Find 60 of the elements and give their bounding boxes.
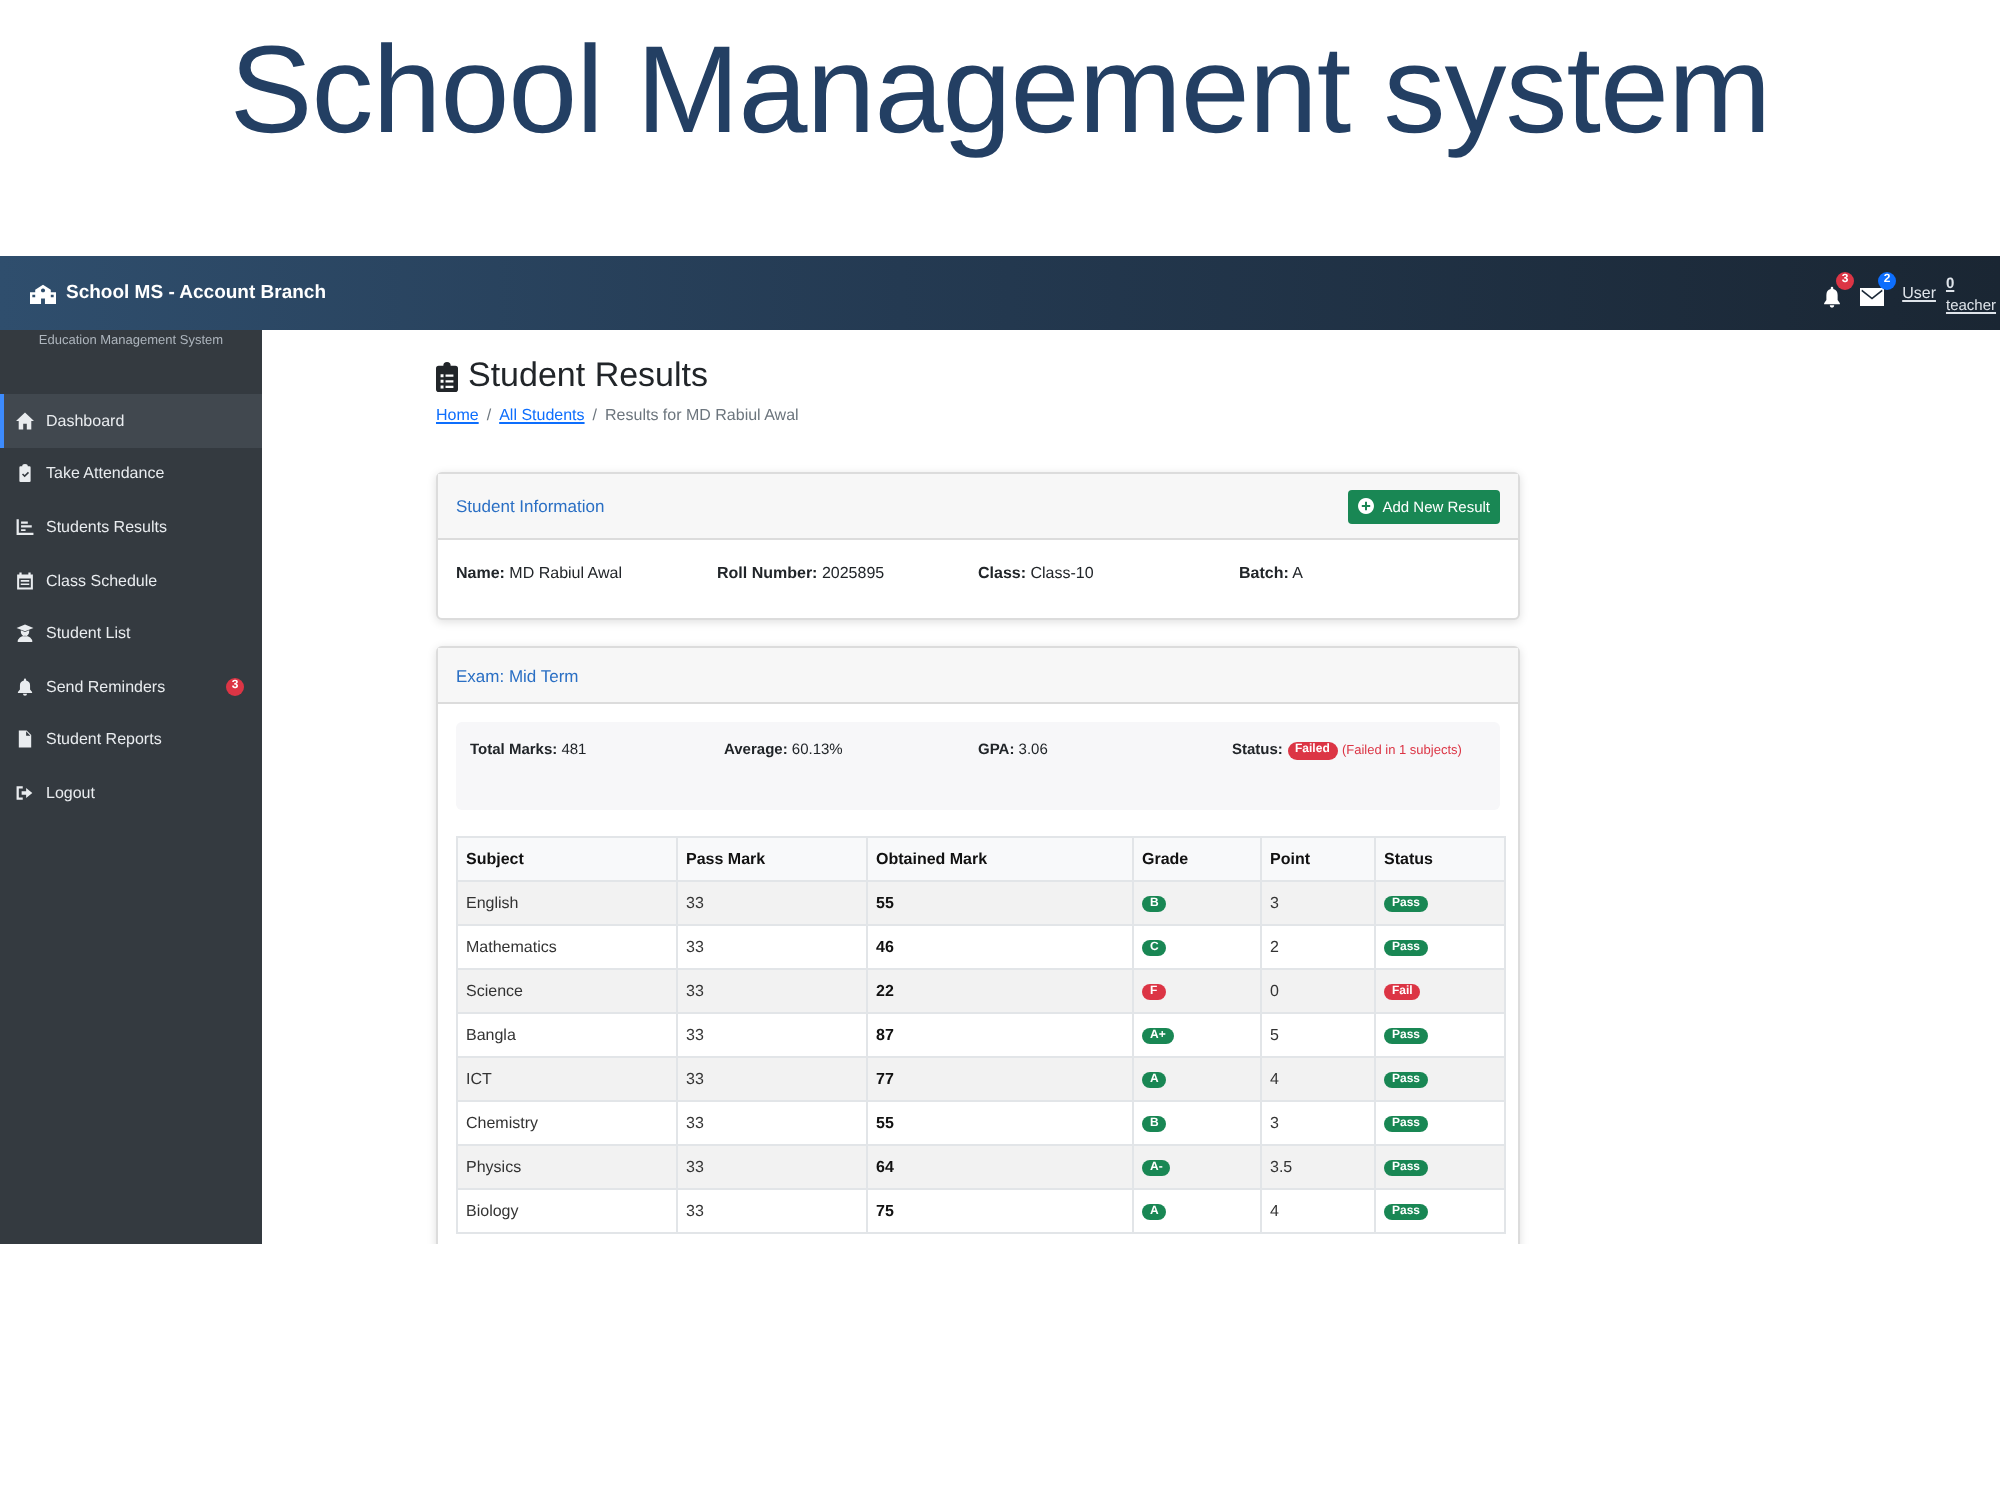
- table-cell: 3: [1261, 881, 1375, 925]
- table-cell: Physics: [457, 1145, 677, 1189]
- clipboard-check-icon: [16, 464, 34, 483]
- bell-icon[interactable]: [1822, 285, 1843, 307]
- table-cell: 33: [677, 1145, 867, 1189]
- document-icon: [16, 730, 34, 749]
- table-cell: 75: [867, 1189, 1133, 1233]
- user-link[interactable]: User: [1902, 284, 1936, 302]
- sidebar-item[interactable]: Dashboard: [0, 394, 262, 448]
- sidebar-item[interactable]: Logout: [0, 766, 262, 820]
- table-cell: English: [457, 881, 677, 925]
- info-field: Roll Number: 2025895: [717, 562, 978, 584]
- calendar-icon: [16, 571, 34, 590]
- sidebar-item[interactable]: Take Attendance: [0, 447, 262, 501]
- column-header: Grade: [1133, 837, 1261, 881]
- sidebar-item[interactable]: Students Results: [0, 500, 262, 554]
- table-cell: 0: [1261, 969, 1375, 1013]
- table-cell: ICT: [457, 1057, 677, 1101]
- table-cell: 33: [677, 1189, 867, 1233]
- clipboard-icon: [436, 361, 458, 391]
- column-header: Subject: [457, 837, 677, 881]
- page-heading: School Management system: [229, 20, 1771, 163]
- info-field: Class: Class-10: [978, 562, 1239, 584]
- breadcrumb-link[interactable]: Home: [436, 404, 479, 426]
- breadcrumb-separator: /: [590, 404, 600, 426]
- info-field: Batch: A: [1239, 562, 1500, 584]
- bar-chart-icon: [16, 517, 34, 536]
- breadcrumb-link[interactable]: All Students: [499, 404, 585, 426]
- table-cell: 33: [677, 881, 867, 925]
- table-cell: 3.5: [1261, 1145, 1375, 1189]
- table-cell: 33: [677, 969, 867, 1013]
- brand-link[interactable]: School MS - Account Branch: [30, 282, 327, 304]
- column-header: Status: [1375, 837, 1505, 881]
- table-cell: 22: [867, 969, 1133, 1013]
- home-icon: [16, 411, 34, 430]
- bell-icon: [16, 677, 34, 696]
- table-cell: 77: [867, 1057, 1133, 1101]
- table-cell: Biology: [457, 1189, 677, 1233]
- school-building-icon: [30, 283, 56, 303]
- graduate-person-icon: [16, 624, 34, 643]
- sidebar-item[interactable]: Student Reports: [0, 713, 262, 767]
- card-title: Exam: Mid Term: [456, 665, 579, 685]
- info-field: Name: MD Rabiul Awal: [456, 562, 717, 584]
- sidebar-item[interactable]: Class Schedule: [0, 553, 262, 607]
- breadcrumb-separator: /: [484, 404, 494, 426]
- column-header: Obtained Mark: [867, 837, 1133, 881]
- page-title: Student Results: [468, 356, 709, 396]
- breadcrumb-current: Results for MD Rabiul Awal: [605, 404, 799, 426]
- exit-icon: [16, 783, 34, 802]
- card-title: Student Information: [456, 496, 605, 516]
- sidebar-item[interactable]: Student List: [0, 606, 262, 660]
- envelope-icon[interactable]: [1860, 288, 1885, 306]
- table-cell: Science: [457, 969, 677, 1013]
- column-header: Pass Mark: [677, 837, 867, 881]
- table-cell: 64: [867, 1145, 1133, 1189]
- column-header: Point: [1261, 837, 1375, 881]
- table-cell: 4: [1261, 1189, 1375, 1233]
- table-cell: 33: [677, 1057, 867, 1101]
- table-cell: 4: [1261, 1057, 1375, 1101]
- table-cell: 55: [867, 881, 1133, 925]
